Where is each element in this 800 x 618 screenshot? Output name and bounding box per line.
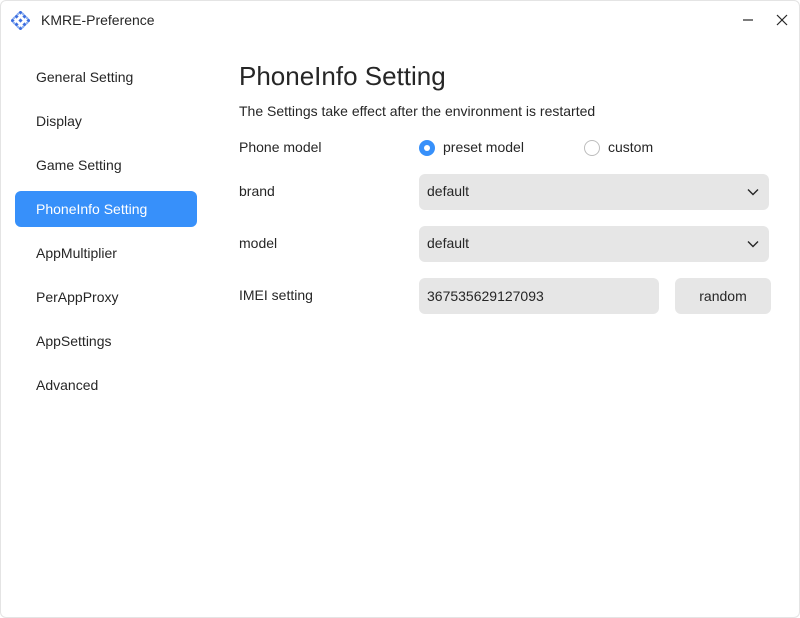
sidebar-item-label: Advanced: [36, 377, 99, 393]
imei-input[interactable]: [419, 278, 659, 314]
custom-model-radio[interactable]: custom: [584, 139, 664, 156]
window-title: KMRE-Preference: [41, 12, 155, 28]
preset-model-radio[interactable]: preset model: [419, 139, 529, 156]
sidebar-nav: General Setting Display Game Setting Pho…: [15, 59, 197, 411]
sidebar-item-label: AppSettings: [36, 333, 112, 349]
phone-model-label: Phone model: [239, 139, 322, 155]
sidebar-item-label: Display: [36, 113, 82, 129]
random-imei-button[interactable]: random: [675, 278, 771, 314]
radio-unchecked-icon: [584, 140, 600, 156]
minimize-icon: [743, 19, 753, 21]
sidebar-item-appsettings[interactable]: AppSettings: [15, 323, 197, 359]
sidebar-item-label: PerAppProxy: [36, 289, 119, 305]
sidebar-item-appmultiplier[interactable]: AppMultiplier: [15, 235, 197, 271]
sidebar-item-perappproxy[interactable]: PerAppProxy: [15, 279, 197, 315]
sidebar-item-label: PhoneInfo Setting: [36, 201, 148, 217]
imei-label: IMEI setting: [239, 287, 313, 303]
sidebar-item-phoneinfo-setting[interactable]: PhoneInfo Setting: [15, 191, 197, 227]
page-title: PhoneInfo Setting: [239, 61, 446, 91]
sidebar-item-general-setting[interactable]: General Setting: [15, 59, 197, 95]
app-window: KMRE-Preference General Setting Display …: [0, 0, 800, 618]
sidebar-item-game-setting[interactable]: Game Setting: [15, 147, 197, 183]
chevron-down-icon: [747, 189, 759, 196]
radio-label: custom: [608, 139, 654, 155]
model-select-value: default: [427, 235, 470, 251]
radio-checked-icon: [419, 140, 435, 156]
sidebar-item-display[interactable]: Display: [15, 103, 197, 139]
brand-select-value: default: [427, 183, 470, 199]
close-icon: [776, 14, 788, 26]
sidebar-item-label: AppMultiplier: [36, 245, 117, 261]
radio-label: preset model: [443, 139, 524, 155]
sidebar-item-label: General Setting: [36, 69, 134, 85]
sidebar-item-label: Game Setting: [36, 157, 122, 173]
minimize-button[interactable]: [736, 9, 760, 31]
brand-select[interactable]: default: [419, 174, 769, 210]
restart-notice: The Settings take effect after the envir…: [239, 103, 596, 119]
app-grid-icon: [11, 11, 30, 30]
close-button[interactable]: [770, 9, 794, 31]
title-bar[interactable]: KMRE-Preference: [1, 1, 799, 39]
model-label: model: [239, 235, 278, 251]
model-select[interactable]: default: [419, 226, 769, 262]
sidebar-item-advanced[interactable]: Advanced: [15, 367, 197, 403]
chevron-down-icon: [747, 241, 759, 248]
brand-label: brand: [239, 183, 275, 199]
